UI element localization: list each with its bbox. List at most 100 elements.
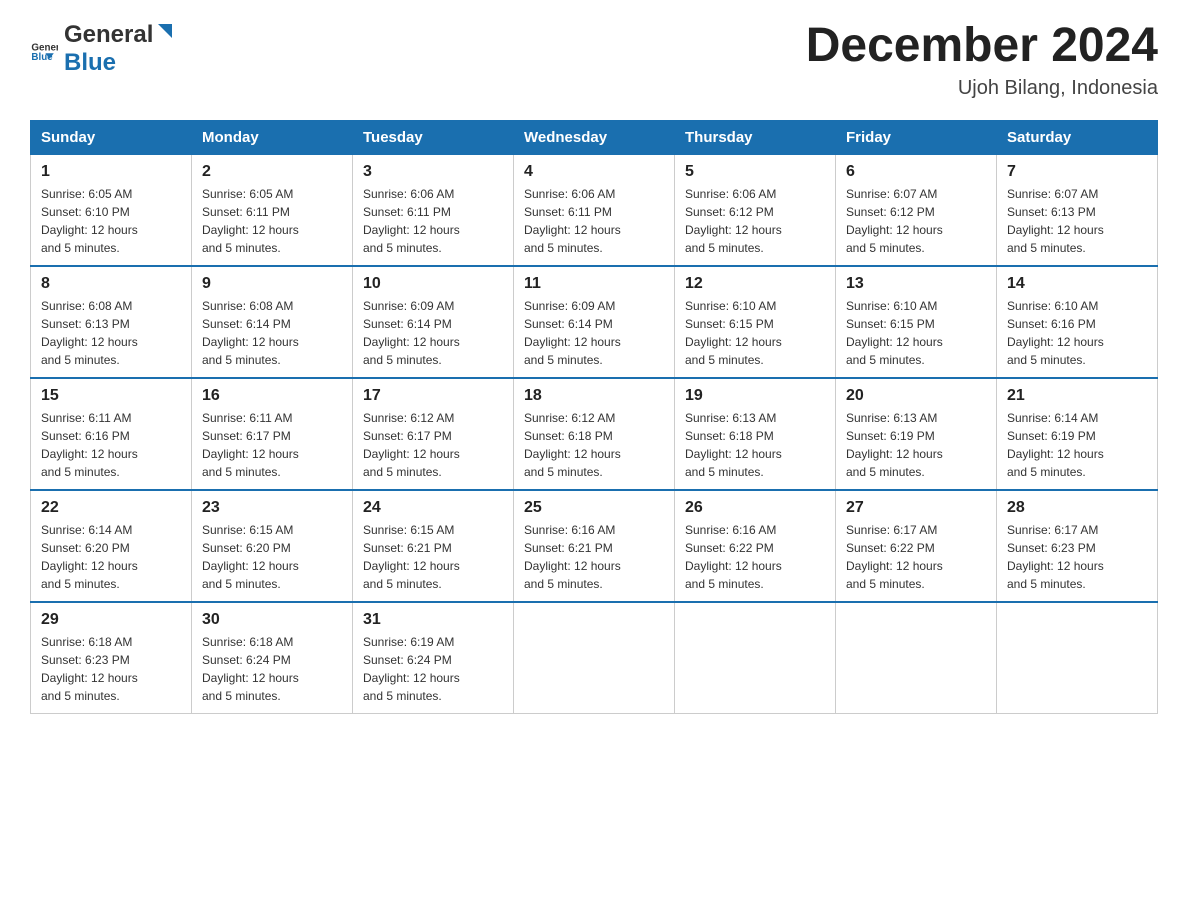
logo-blue-text: Blue xyxy=(64,49,116,76)
table-row: 31 Sunrise: 6:19 AMSunset: 6:24 PMDaylig… xyxy=(353,602,514,714)
day-number: 10 xyxy=(363,275,503,293)
day-info: Sunrise: 6:17 AMSunset: 6:22 PMDaylight:… xyxy=(846,523,943,591)
day-number: 16 xyxy=(202,387,342,405)
table-row: 1 Sunrise: 6:05 AMSunset: 6:10 PMDayligh… xyxy=(31,154,192,266)
table-row: 27 Sunrise: 6:17 AMSunset: 6:22 PMDaylig… xyxy=(836,490,997,602)
day-number: 14 xyxy=(1007,275,1147,293)
day-info: Sunrise: 6:06 AMSunset: 6:11 PMDaylight:… xyxy=(363,187,460,255)
day-number: 18 xyxy=(524,387,664,405)
day-number: 5 xyxy=(685,163,825,181)
day-number: 25 xyxy=(524,499,664,517)
calendar-header-row: Sunday Monday Tuesday Wednesday Thursday… xyxy=(31,120,1158,154)
day-info: Sunrise: 6:06 AMSunset: 6:12 PMDaylight:… xyxy=(685,187,782,255)
table-row: 6 Sunrise: 6:07 AMSunset: 6:12 PMDayligh… xyxy=(836,154,997,266)
table-row: 14 Sunrise: 6:10 AMSunset: 6:16 PMDaylig… xyxy=(997,266,1158,378)
table-row: 20 Sunrise: 6:13 AMSunset: 6:19 PMDaylig… xyxy=(836,378,997,490)
title-area: December 2024 Ujoh Bilang, Indonesia xyxy=(806,20,1158,100)
day-number: 19 xyxy=(685,387,825,405)
col-thursday: Thursday xyxy=(675,120,836,154)
day-number: 29 xyxy=(41,611,181,629)
day-info: Sunrise: 6:14 AMSunset: 6:19 PMDaylight:… xyxy=(1007,411,1104,479)
col-sunday: Sunday xyxy=(31,120,192,154)
calendar-week-row: 1 Sunrise: 6:05 AMSunset: 6:10 PMDayligh… xyxy=(31,154,1158,266)
svg-text:Blue: Blue xyxy=(31,52,53,63)
calendar-week-row: 22 Sunrise: 6:14 AMSunset: 6:20 PMDaylig… xyxy=(31,490,1158,602)
month-title: December 2024 xyxy=(806,20,1158,73)
day-number: 15 xyxy=(41,387,181,405)
day-info: Sunrise: 6:05 AMSunset: 6:10 PMDaylight:… xyxy=(41,187,138,255)
day-number: 8 xyxy=(41,275,181,293)
table-row xyxy=(675,602,836,714)
table-row: 25 Sunrise: 6:16 AMSunset: 6:21 PMDaylig… xyxy=(514,490,675,602)
col-saturday: Saturday xyxy=(997,120,1158,154)
day-info: Sunrise: 6:10 AMSunset: 6:15 PMDaylight:… xyxy=(846,299,943,367)
table-row: 22 Sunrise: 6:14 AMSunset: 6:20 PMDaylig… xyxy=(31,490,192,602)
day-number: 20 xyxy=(846,387,986,405)
day-info: Sunrise: 6:16 AMSunset: 6:21 PMDaylight:… xyxy=(524,523,621,591)
day-number: 28 xyxy=(1007,499,1147,517)
day-number: 12 xyxy=(685,275,825,293)
day-number: 4 xyxy=(524,163,664,181)
day-number: 1 xyxy=(41,163,181,181)
day-info: Sunrise: 6:05 AMSunset: 6:11 PMDaylight:… xyxy=(202,187,299,255)
day-number: 24 xyxy=(363,499,503,517)
table-row: 26 Sunrise: 6:16 AMSunset: 6:22 PMDaylig… xyxy=(675,490,836,602)
table-row: 7 Sunrise: 6:07 AMSunset: 6:13 PMDayligh… xyxy=(997,154,1158,266)
table-row: 28 Sunrise: 6:17 AMSunset: 6:23 PMDaylig… xyxy=(997,490,1158,602)
table-row: 3 Sunrise: 6:06 AMSunset: 6:11 PMDayligh… xyxy=(353,154,514,266)
table-row: 21 Sunrise: 6:14 AMSunset: 6:19 PMDaylig… xyxy=(997,378,1158,490)
calendar-week-row: 15 Sunrise: 6:11 AMSunset: 6:16 PMDaylig… xyxy=(31,378,1158,490)
day-number: 26 xyxy=(685,499,825,517)
col-wednesday: Wednesday xyxy=(514,120,675,154)
table-row: 17 Sunrise: 6:12 AMSunset: 6:17 PMDaylig… xyxy=(353,378,514,490)
day-number: 27 xyxy=(846,499,986,517)
table-row: 16 Sunrise: 6:11 AMSunset: 6:17 PMDaylig… xyxy=(192,378,353,490)
page-header: General Blue General Blue December 2024 … xyxy=(30,20,1158,100)
day-info: Sunrise: 6:15 AMSunset: 6:20 PMDaylight:… xyxy=(202,523,299,591)
day-info: Sunrise: 6:11 AMSunset: 6:17 PMDaylight:… xyxy=(202,411,299,479)
day-info: Sunrise: 6:17 AMSunset: 6:23 PMDaylight:… xyxy=(1007,523,1104,591)
table-row xyxy=(514,602,675,714)
calendar-week-row: 29 Sunrise: 6:18 AMSunset: 6:23 PMDaylig… xyxy=(31,602,1158,714)
col-monday: Monday xyxy=(192,120,353,154)
table-row: 13 Sunrise: 6:10 AMSunset: 6:15 PMDaylig… xyxy=(836,266,997,378)
day-info: Sunrise: 6:13 AMSunset: 6:19 PMDaylight:… xyxy=(846,411,943,479)
day-number: 30 xyxy=(202,611,342,629)
day-info: Sunrise: 6:11 AMSunset: 6:16 PMDaylight:… xyxy=(41,411,138,479)
table-row: 4 Sunrise: 6:06 AMSunset: 6:11 PMDayligh… xyxy=(514,154,675,266)
table-row: 23 Sunrise: 6:15 AMSunset: 6:20 PMDaylig… xyxy=(192,490,353,602)
day-info: Sunrise: 6:07 AMSunset: 6:13 PMDaylight:… xyxy=(1007,187,1104,255)
day-number: 9 xyxy=(202,275,342,293)
day-info: Sunrise: 6:14 AMSunset: 6:20 PMDaylight:… xyxy=(41,523,138,591)
col-friday: Friday xyxy=(836,120,997,154)
day-number: 3 xyxy=(363,163,503,181)
day-number: 2 xyxy=(202,163,342,181)
calendar-week-row: 8 Sunrise: 6:08 AMSunset: 6:13 PMDayligh… xyxy=(31,266,1158,378)
day-info: Sunrise: 6:08 AMSunset: 6:13 PMDaylight:… xyxy=(41,299,138,367)
table-row: 8 Sunrise: 6:08 AMSunset: 6:13 PMDayligh… xyxy=(31,266,192,378)
day-number: 17 xyxy=(363,387,503,405)
col-tuesday: Tuesday xyxy=(353,120,514,154)
calendar-table: Sunday Monday Tuesday Wednesday Thursday… xyxy=(30,120,1158,714)
logo: General Blue General Blue xyxy=(30,20,177,77)
table-row xyxy=(836,602,997,714)
table-row: 10 Sunrise: 6:09 AMSunset: 6:14 PMDaylig… xyxy=(353,266,514,378)
day-number: 23 xyxy=(202,499,342,517)
day-info: Sunrise: 6:13 AMSunset: 6:18 PMDaylight:… xyxy=(685,411,782,479)
day-number: 6 xyxy=(846,163,986,181)
day-info: Sunrise: 6:06 AMSunset: 6:11 PMDaylight:… xyxy=(524,187,621,255)
day-info: Sunrise: 6:15 AMSunset: 6:21 PMDaylight:… xyxy=(363,523,460,591)
table-row: 30 Sunrise: 6:18 AMSunset: 6:24 PMDaylig… xyxy=(192,602,353,714)
table-row: 18 Sunrise: 6:12 AMSunset: 6:18 PMDaylig… xyxy=(514,378,675,490)
day-info: Sunrise: 6:18 AMSunset: 6:24 PMDaylight:… xyxy=(202,635,299,703)
day-info: Sunrise: 6:12 AMSunset: 6:17 PMDaylight:… xyxy=(363,411,460,479)
table-row: 24 Sunrise: 6:15 AMSunset: 6:21 PMDaylig… xyxy=(353,490,514,602)
day-number: 13 xyxy=(846,275,986,293)
logo-icon: General Blue xyxy=(30,35,58,63)
day-info: Sunrise: 6:18 AMSunset: 6:23 PMDaylight:… xyxy=(41,635,138,703)
table-row xyxy=(997,602,1158,714)
table-row: 19 Sunrise: 6:13 AMSunset: 6:18 PMDaylig… xyxy=(675,378,836,490)
logo-general-text: General xyxy=(64,21,153,49)
day-info: Sunrise: 6:19 AMSunset: 6:24 PMDaylight:… xyxy=(363,635,460,703)
day-info: Sunrise: 6:10 AMSunset: 6:16 PMDaylight:… xyxy=(1007,299,1104,367)
